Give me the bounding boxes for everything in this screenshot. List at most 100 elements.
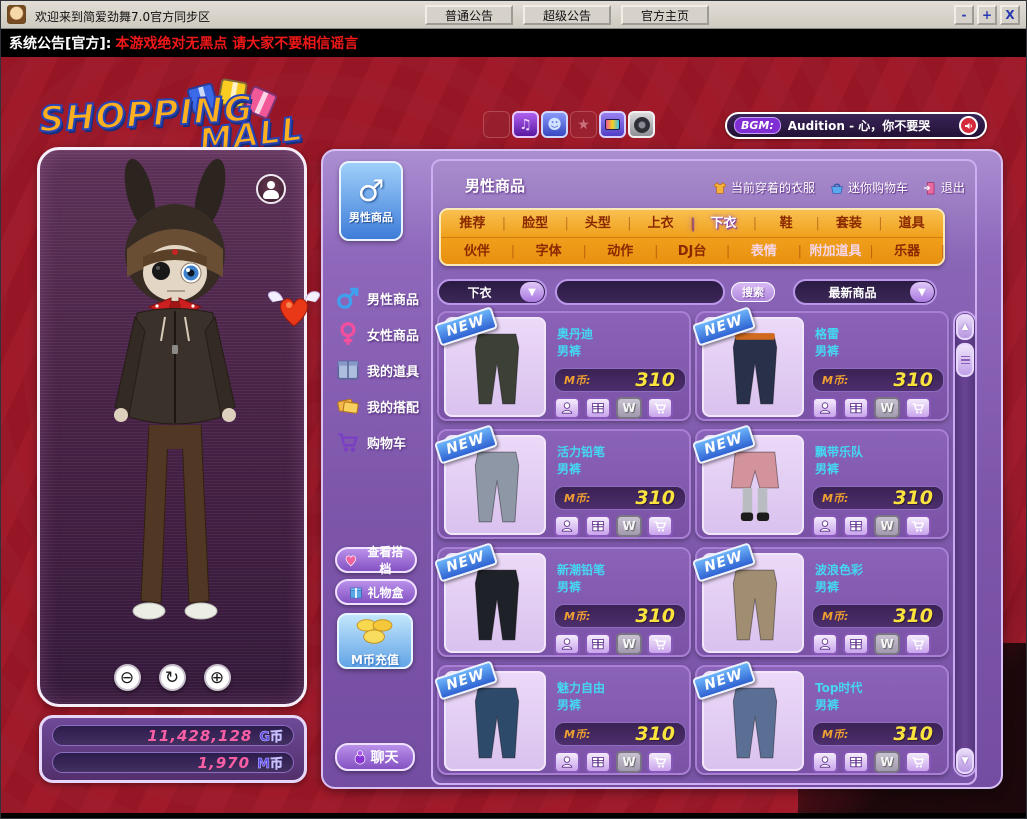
tab-tabs_row2-5[interactable]: 附加道具 — [800, 238, 872, 264]
gift-box-button[interactable]: 礼物盒 — [335, 579, 417, 605]
gift-button[interactable] — [585, 633, 611, 655]
try-on-button[interactable] — [812, 751, 838, 773]
add-to-cart-button[interactable] — [647, 751, 673, 773]
avatar-button[interactable] — [256, 174, 286, 204]
bag-icon[interactable] — [483, 111, 510, 138]
product-image[interactable]: NEW — [444, 553, 546, 653]
add-to-cart-button[interactable] — [905, 633, 931, 655]
gift-button[interactable] — [843, 397, 869, 419]
exit-link[interactable]: 退出 — [922, 179, 965, 196]
gramophone-icon[interactable]: ♫ — [512, 111, 539, 138]
official-homepage-button[interactable]: 官方主页 — [621, 5, 709, 25]
add-to-cart-button[interactable] — [647, 515, 673, 537]
zoom-out-button[interactable]: ⊖ — [114, 664, 141, 691]
add-to-cart-button[interactable] — [905, 397, 931, 419]
try-on-button[interactable] — [554, 515, 580, 537]
mcoin-balance-row: 1,970 M币 — [52, 752, 294, 773]
wear-button: W — [874, 633, 900, 655]
maximize-button[interactable]: + — [977, 5, 997, 25]
search-input[interactable] — [555, 279, 725, 305]
scroll-up-button[interactable]: ▲ — [956, 314, 974, 340]
search-button[interactable]: 搜索 — [731, 282, 775, 302]
gift-button[interactable] — [585, 515, 611, 537]
add-to-cart-button[interactable] — [905, 751, 931, 773]
star-icon[interactable]: ★ — [570, 111, 597, 138]
sidebar-item-male[interactable]: 男性商品 — [335, 285, 431, 311]
shop-content: 男性商品 当前穿着的衣服 迷你购物车 退出 — [431, 159, 977, 785]
tab-tabs_row1-2[interactable]: 头型 — [567, 210, 630, 237]
tab-tabs_row2-4[interactable]: 表情 — [728, 238, 800, 264]
tab-tabs_row1-0[interactable]: 推荐 — [441, 210, 504, 237]
scrollbar[interactable]: ▲ ▼ — [953, 311, 977, 777]
gold-unit-label: G币 — [259, 726, 283, 745]
buddy-icon[interactable]: ☻ — [541, 111, 568, 138]
wear-button: W — [874, 751, 900, 773]
tv-icon[interactable] — [599, 111, 626, 138]
minimize-button[interactable]: - — [954, 5, 974, 25]
chevron-down-icon[interactable]: ▼ — [520, 282, 544, 302]
tab-tabs_row2-2[interactable]: 动作 — [584, 238, 656, 264]
sidebar-item-female[interactable]: 女性商品 — [335, 321, 431, 347]
price-bar: M币: 310 — [812, 486, 944, 510]
zoom-in-button[interactable]: ⊕ — [204, 664, 231, 691]
current-outfit-link[interactable]: 当前穿着的衣服 — [712, 179, 815, 196]
scrollbar-thumb[interactable] — [956, 343, 974, 377]
scroll-down-button[interactable]: ▼ — [956, 748, 974, 774]
sidebar-item-cart[interactable]: 购物车 — [335, 429, 431, 455]
wallet-panel: 11,428,128 G币 1,970 M币 — [39, 715, 307, 783]
male-category-button[interactable]: ♂ 男性商品 — [339, 161, 403, 241]
try-on-button[interactable] — [554, 397, 580, 419]
product-image[interactable]: NEW — [444, 317, 546, 417]
product-image[interactable]: NEW — [702, 317, 804, 417]
category-dropdown[interactable]: 下衣 ▼ — [437, 279, 547, 305]
try-on-button[interactable] — [554, 633, 580, 655]
tab-tabs_row2-6[interactable]: 乐器 — [871, 238, 943, 264]
product-image[interactable]: NEW — [702, 671, 804, 771]
rotate-button[interactable]: ↻ — [159, 664, 186, 691]
gift-button[interactable] — [843, 751, 869, 773]
try-on-button[interactable] — [812, 515, 838, 537]
chevron-down-icon[interactable]: ▼ — [910, 282, 934, 302]
normal-announcement-button[interactable]: 普通公告 — [425, 5, 513, 25]
chat-button[interactable]: 聊天 — [335, 743, 415, 771]
try-on-button[interactable] — [812, 633, 838, 655]
tab-tabs_row2-0[interactable]: 伙伴 — [441, 238, 513, 264]
try-on-button[interactable] — [554, 751, 580, 773]
product-image[interactable]: NEW — [444, 435, 546, 535]
add-to-cart-button[interactable] — [905, 515, 931, 537]
sidebar-item-items[interactable]: 我的道具 — [335, 357, 431, 383]
product-image[interactable]: NEW — [702, 435, 804, 535]
vinyl-icon[interactable] — [628, 111, 655, 138]
tab-tabs_row1-4[interactable]: 下衣 — [692, 210, 755, 237]
sort-dropdown[interactable]: 最新商品 ▼ — [793, 279, 937, 305]
product-type: 男裤 — [557, 696, 581, 713]
tab-tabs_row1-7[interactable]: 道具 — [880, 210, 943, 237]
tab-tabs_row1-5[interactable]: 鞋 — [755, 210, 818, 237]
announcement-message: 本游戏绝对无黑点 请大家不要相信谣言 — [115, 33, 358, 53]
tab-tabs_row2-3[interactable]: DJ台 — [656, 238, 728, 264]
mcoin-recharge-button[interactable]: M币充值 — [337, 613, 413, 669]
product-image[interactable]: NEW — [444, 671, 546, 771]
bgm-bar: BGM: Audition - 心，你不要哭 — [725, 112, 987, 139]
mini-cart-link[interactable]: 迷你购物车 — [829, 179, 908, 196]
tab-tabs_row2-1[interactable]: 字体 — [513, 238, 585, 264]
price-value: 310 — [635, 369, 675, 391]
speaker-icon[interactable] — [959, 116, 978, 135]
tab-tabs_row1-3[interactable]: 上衣 — [629, 210, 692, 237]
try-on-button[interactable] — [812, 397, 838, 419]
add-to-cart-button[interactable] — [647, 633, 673, 655]
sidebar-item-outfit[interactable]: 我的搭配 — [335, 393, 431, 419]
tab-tabs_row1-1[interactable]: 脸型 — [504, 210, 567, 237]
product-grid: NEW 奥丹迪 男裤 M币: 310 W — [437, 311, 949, 775]
add-to-cart-button[interactable] — [647, 397, 673, 419]
gift-button[interactable] — [585, 397, 611, 419]
product-card: NEW 新潮铅笔 男裤 M币: 310 W — [437, 547, 691, 657]
tab-tabs_row1-6[interactable]: 套装 — [818, 210, 881, 237]
close-button[interactable]: X — [1000, 5, 1020, 25]
gift-button[interactable] — [843, 633, 869, 655]
view-partner-button[interactable]: 查看搭档 — [335, 547, 417, 573]
super-announcement-button[interactable]: 超级公告 — [523, 5, 611, 25]
product-image[interactable]: NEW — [702, 553, 804, 653]
gift-button[interactable] — [843, 515, 869, 537]
gift-button[interactable] — [585, 751, 611, 773]
